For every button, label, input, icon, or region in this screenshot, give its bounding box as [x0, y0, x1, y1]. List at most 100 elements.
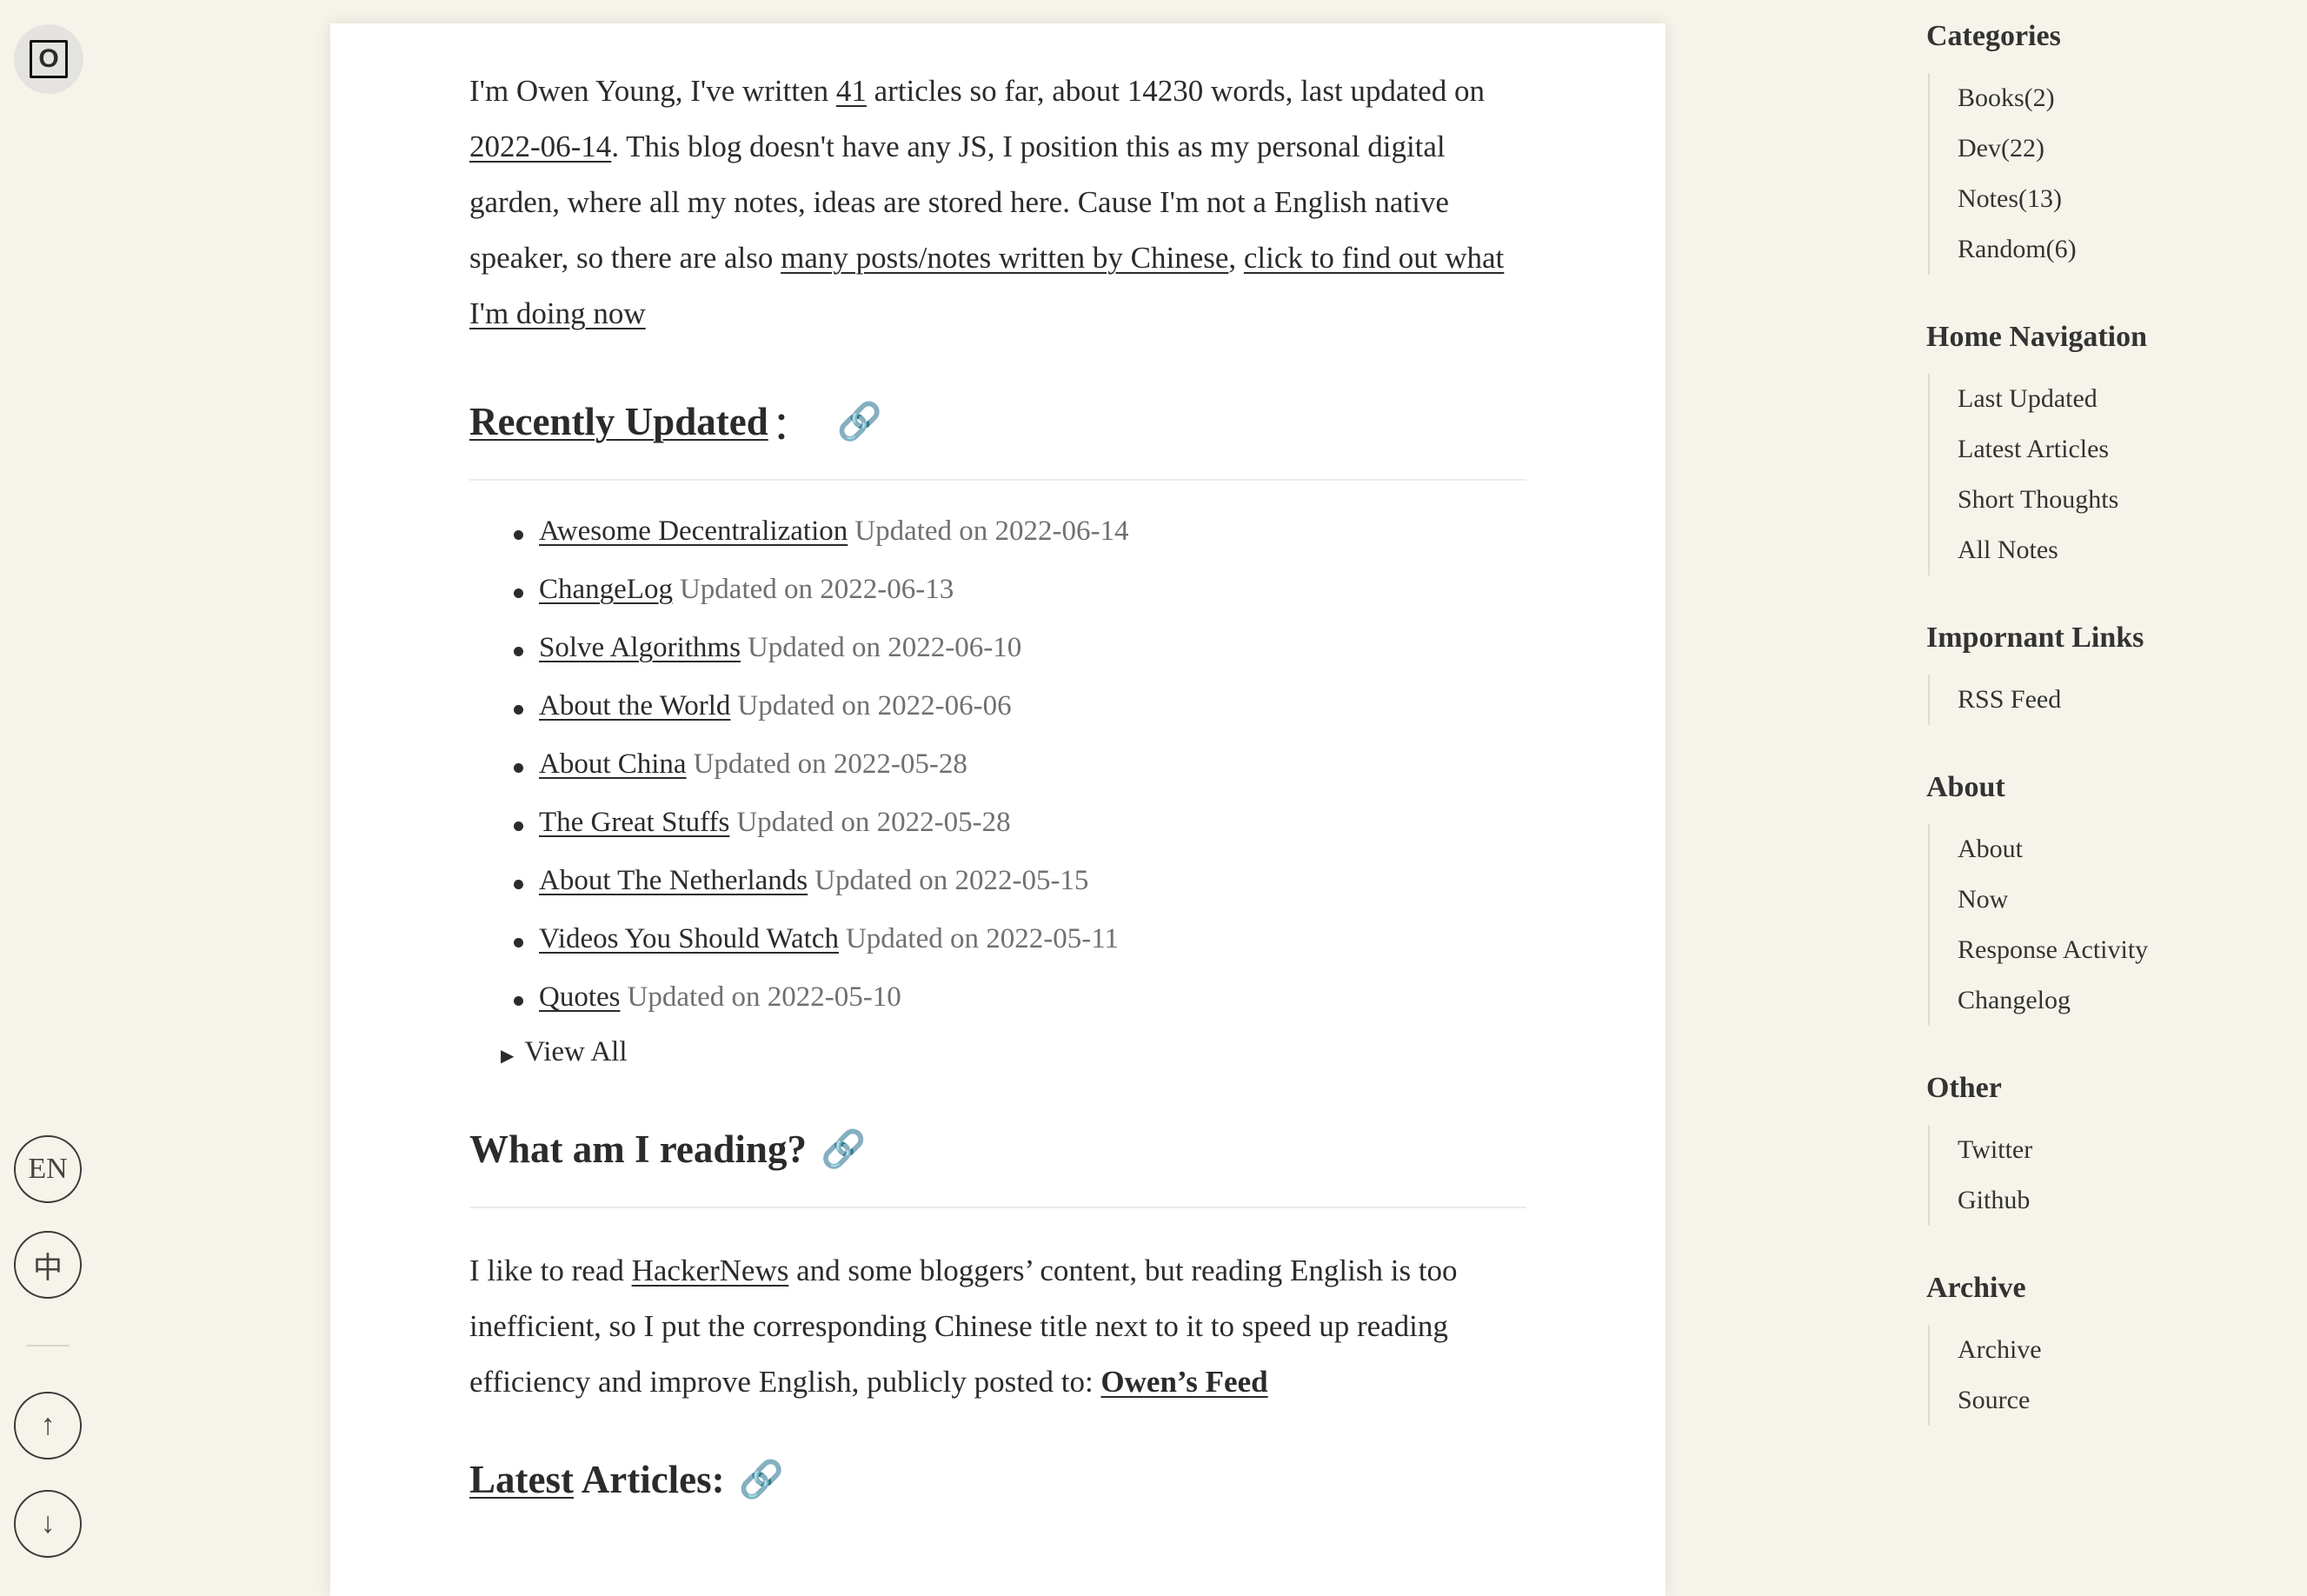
- bullet-icon: [514, 763, 523, 773]
- sidebar-link[interactable]: RSS Feed: [1958, 675, 2274, 725]
- recent-item-link[interactable]: ChangeLog: [539, 574, 673, 606]
- recent-item-date: Updated on 2022-06-14: [854, 515, 1129, 547]
- recent-item-date: Updated on 2022-05-28: [693, 748, 967, 780]
- chinese-posts-link[interactable]: many posts/notes written by Chinese: [781, 241, 1228, 275]
- sidebar-link[interactable]: Github: [1958, 1175, 2274, 1226]
- anchor-link-icon[interactable]: 🔗: [821, 1128, 866, 1171]
- bullet-icon: [514, 996, 523, 1006]
- site-logo[interactable]: O: [14, 24, 83, 94]
- bullet-icon: [514, 647, 523, 656]
- sidebar-group: Other Twitter Github: [1926, 1067, 2274, 1226]
- recently-updated-link[interactable]: Recently Updated: [469, 399, 768, 444]
- sidebar-group-title: Categories: [1926, 20, 2061, 52]
- heading-colon: ：: [771, 403, 811, 448]
- sidebar-group-list: Twitter Github: [1928, 1125, 2274, 1226]
- sidebar-link[interactable]: Notes(13): [1958, 174, 2274, 224]
- anchor-link-icon[interactable]: 🔗: [837, 401, 882, 443]
- recent-item: Videos You Should Watch Updated on 2022-0…: [514, 923, 1530, 981]
- view-all-label: View All: [524, 1036, 628, 1067]
- logo-icon: O: [30, 40, 68, 78]
- recent-item: Awesome Decentralization Updated on 2022-…: [514, 515, 1530, 574]
- recent-item-link[interactable]: About China: [539, 748, 687, 781]
- reading-heading-text: What am I reading?: [469, 1127, 807, 1171]
- sidebar-link[interactable]: Latest Articles: [1958, 424, 2274, 475]
- bullet-icon: [514, 880, 523, 889]
- reading-paragraph: I like to read HackerNews and some blogg…: [469, 1243, 1530, 1410]
- recently-updated-heading: Recently Updated ： 🔗: [469, 387, 1530, 456]
- sidebar-group: Home Navigation Last Updated Latest Articl…: [1926, 316, 2274, 575]
- arrow-down-icon: ↓: [40, 1507, 56, 1539]
- recent-item-date: Updated on 2022-05-10: [627, 981, 901, 1013]
- latest-articles-heading: Latest Articles: 🔗: [469, 1445, 1530, 1514]
- sidebar-group-title: About: [1926, 771, 2005, 803]
- sidebar-group: Impornant Links RSS Feed: [1926, 617, 2274, 725]
- recent-item: Solve Algorithms Updated on 2022-06-10: [514, 632, 1530, 690]
- reading-text: I like to read: [469, 1254, 632, 1287]
- bullet-icon: [514, 705, 523, 715]
- sidebar-link[interactable]: Books(2): [1958, 73, 2274, 123]
- recent-item-date: Updated on 2022-05-28: [736, 807, 1011, 838]
- sidebar-link[interactable]: All Notes: [1958, 525, 2274, 575]
- sidebar-group: Archive Archive Source: [1926, 1267, 2274, 1426]
- sidebar-link[interactable]: Now: [1958, 874, 2274, 925]
- sidebar-group-title: Impornant Links: [1926, 622, 2144, 654]
- sidebar-group: Categories Books(2) Dev(22) Notes(13) Random…: [1926, 16, 2274, 275]
- owens-feed-link[interactable]: Owen’s Feed: [1100, 1365, 1267, 1399]
- recent-item-link[interactable]: About The Netherlands: [539, 865, 808, 897]
- heading-divider: [469, 1207, 1526, 1208]
- latest-link[interactable]: Latest: [469, 1457, 574, 1502]
- recent-item-date: Updated on 2022-06-13: [679, 574, 954, 605]
- scroll-down-button[interactable]: ↓: [14, 1490, 82, 1558]
- view-all-toggle[interactable]: ▶ View All: [501, 1036, 1530, 1114]
- sidebar-link[interactable]: Response Activity: [1958, 925, 2274, 975]
- sidebar-link[interactable]: About: [1958, 824, 2274, 874]
- sidebar-group-title: Archive: [1926, 1272, 2026, 1304]
- recent-item-link[interactable]: About the World: [539, 690, 730, 722]
- recent-item-date: Updated on 2022-06-06: [737, 690, 1012, 722]
- recent-item-link[interactable]: Videos You Should Watch: [539, 923, 839, 955]
- intro-text: I'm Owen Young, I've written: [469, 74, 836, 108]
- bullet-icon: [514, 938, 523, 948]
- sidebar-link[interactable]: Random(6): [1958, 224, 2274, 275]
- articles-count-link[interactable]: 41: [836, 74, 867, 108]
- disclosure-triangle-icon: ▶: [501, 1047, 515, 1066]
- recent-item: About China Updated on 2022-05-28: [514, 748, 1530, 807]
- sidebar-link[interactable]: Dev(22): [1958, 123, 2274, 174]
- sidebar-group-list: Archive Source: [1928, 1325, 2274, 1426]
- sidebar-group-title: Other: [1926, 1072, 2002, 1104]
- sidebar-link[interactable]: Changelog: [1958, 975, 2274, 1026]
- bullet-icon: [514, 530, 523, 540]
- sidebar-link[interactable]: Archive: [1958, 1325, 2274, 1375]
- anchor-link-icon[interactable]: 🔗: [739, 1459, 784, 1501]
- lang-en-button[interactable]: EN: [14, 1135, 82, 1203]
- sidebar-group-list: Books(2) Dev(22) Notes(13) Random(6): [1928, 73, 2274, 275]
- sidebar-link[interactable]: Source: [1958, 1375, 2274, 1426]
- reading-heading: What am I reading? 🔗: [469, 1114, 1530, 1184]
- intro-paragraph: I'm Owen Young, I've written 41 articles…: [469, 23, 1530, 342]
- recent-item-link[interactable]: The Great Stuffs: [539, 807, 729, 839]
- sidebar-group-list: Last Updated Latest Articles Short Thought…: [1928, 374, 2274, 575]
- sidebar-link[interactable]: Last Updated: [1958, 374, 2274, 424]
- sidebar-link[interactable]: Short Thoughts: [1958, 475, 2274, 525]
- bullet-icon: [514, 821, 523, 831]
- hackernews-link[interactable]: HackerNews: [632, 1254, 789, 1287]
- recent-item-date: Updated on 2022-05-11: [845, 923, 1120, 954]
- last-updated-link[interactable]: 2022-06-14: [469, 130, 611, 163]
- main-content: I'm Owen Young, I've written 41 articles…: [469, 23, 1530, 1514]
- sidebar-group-title: Home Navigation: [1926, 321, 2148, 353]
- intro-text: ,: [1228, 241, 1244, 275]
- sidebar-link[interactable]: Twitter: [1958, 1125, 2274, 1175]
- lang-zh-button[interactable]: 中: [14, 1231, 82, 1299]
- intro-text: articles so far, about 14230 words, last…: [866, 74, 1485, 108]
- scroll-up-button[interactable]: ↑: [14, 1392, 82, 1460]
- recent-item: The Great Stuffs Updated on 2022-05-28: [514, 807, 1530, 865]
- sidebar-group: About About Now Response Activity Changelog: [1926, 767, 2274, 1026]
- recent-item: About The Netherlands Updated on 2022-05-…: [514, 865, 1530, 923]
- recent-item-link[interactable]: Solve Algorithms: [539, 632, 741, 664]
- recent-item-link[interactable]: Quotes: [539, 981, 621, 1014]
- heading-divider: [469, 479, 1526, 481]
- recent-item-date: Updated on 2022-05-15: [814, 865, 1089, 896]
- recent-item-date: Updated on 2022-06-10: [747, 632, 1022, 663]
- bullet-icon: [514, 589, 523, 598]
- recent-item-link[interactable]: Awesome Decentralization: [539, 515, 848, 548]
